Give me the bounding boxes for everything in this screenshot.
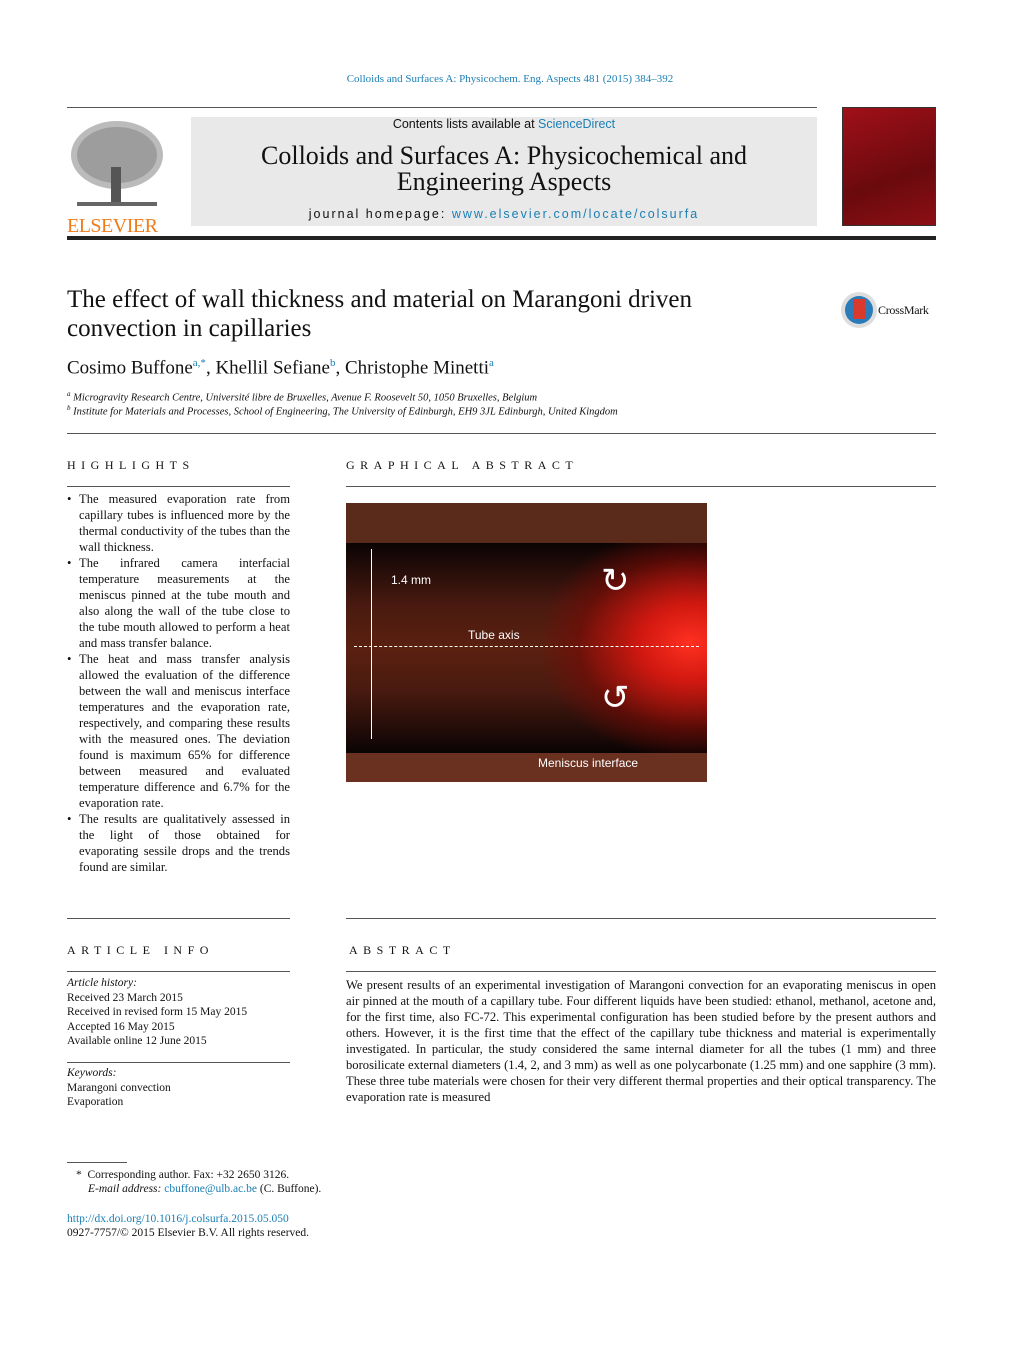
sciencedirect-link[interactable]: ScienceDirect [538,117,615,131]
elsevier-logo: ELSEVIER [67,117,167,236]
keyword: Marangoni convection [67,1081,171,1094]
affiliation-text: Microgravity Research Centre, Université… [73,392,538,404]
corresponding-footnote: * Corresponding author. Fax: +32 2650 31… [76,1168,289,1183]
divider [67,918,290,919]
article-history: Article history: Received 23 March 2015 … [67,976,247,1049]
article-info-heading: ARTICLE INFO [67,943,214,957]
author-sup[interactable]: b [330,357,336,369]
diameter-arrow-icon [371,549,372,739]
author-sup[interactable]: a [489,357,494,369]
highlights-heading: HIGHLIGHTS [67,458,195,472]
article-title: The effect of wall thickness and materia… [67,286,693,342]
divider [67,433,936,434]
email-link[interactable]: cbuffone@ulb.ac.be [164,1183,257,1195]
meniscus-label: Meniscus interface [538,756,639,770]
email-footnote: E-mail address: cbuffone@ulb.ac.be (C. B… [88,1182,321,1197]
tube-axis-label: Tube axis [468,628,520,642]
divider [67,1062,290,1063]
homepage-line: journal homepage: www.elsevier.com/locat… [191,207,817,221]
affiliation-sup: a [67,390,71,398]
flow-arrow-icon: ↻ [601,562,630,600]
journal-reference[interactable]: Colloids and Surfaces A: Physicochem. En… [0,73,1020,85]
divider [346,486,936,487]
highlights-list: The measured evaporation rate from capil… [67,491,290,875]
crossmark-icon [841,292,877,328]
author-list: Cosimo Buffonea,*, Khellil Sefianeb, Chr… [67,357,494,379]
footnote-star: * [76,1169,82,1181]
copyright: 0927-7757/© 2015 Elsevier B.V. All right… [67,1227,310,1239]
contents-line: Contents lists available at ScienceDirec… [191,117,817,131]
tree-icon [71,121,163,206]
crossmark-label: CrossMark [878,302,929,317]
history-item: Available online 12 June 2015 [67,1035,207,1047]
journal-title: Colloids and Surfaces A: Physicochemical… [261,141,747,196]
publisher-name: ELSEVIER [67,215,158,237]
history-item: Received in revised form 15 May 2015 [67,1006,248,1018]
diameter-label: 1.4 mm [391,573,432,587]
email-label: E-mail address: [88,1183,165,1195]
author[interactable]: Cosimo Buffone [67,357,193,378]
history-item: Received 23 March 2015 [67,991,183,1004]
highlight-item: The results are qualitatively assessed i… [67,811,290,875]
divider [346,918,936,919]
highlight-item: The measured evaporation rate from capil… [67,491,290,555]
homepage-prefix: journal homepage: [308,207,452,221]
author[interactable]: Christophe Minetti [345,357,489,378]
doi-link[interactable]: http://dx.doi.org/10.1016/j.colsurfa.201… [67,1212,289,1227]
divider [67,107,817,108]
footnote-divider [67,1162,127,1163]
crossmark-button[interactable]: CrossMark [840,291,929,329]
divider [346,971,936,972]
affiliation: a Microgravity Research Centre, Universi… [67,390,537,404]
journal-cover-image[interactable] [842,107,936,226]
graphical-abstract-heading: GRAPHICAL ABSTRACT [346,458,579,472]
history-item: Accepted 16 May 2015 [67,1020,175,1033]
background-top [346,503,707,543]
corresponding-text: Corresponding author. Fax: +32 2650 3126… [87,1169,290,1181]
header-bar [67,236,936,240]
keywords-label: Keywords: [67,1067,117,1079]
highlight-item: The infrared camera interfacial temperat… [67,555,290,651]
contents-prefix: Contents lists available at [392,117,539,131]
author-sup[interactable]: a,* [193,357,206,369]
journal-header: Contents lists available at ScienceDirec… [191,117,817,226]
divider [67,971,290,972]
author[interactable]: Khellil Sefiane [215,357,330,378]
affiliation: b Institute for Materials and Processes,… [67,404,618,418]
background-bottom [346,753,707,782]
graphical-abstract-image[interactable]: 1.4 mm Tube axis Meniscus interface ↻ ↺ [346,503,707,782]
abstract-heading: ABSTRACT [349,943,456,957]
highlight-item: The heat and mass transfer analysis allo… [67,651,290,811]
history-label: Article history: [67,977,137,989]
keywords: Keywords: Marangoni convection Evaporati… [67,1066,171,1110]
flow-arrow-icon: ↺ [601,679,630,717]
homepage-link[interactable]: www.elsevier.com/locate/colsurfa [452,207,699,221]
affiliation-text: Institute for Materials and Processes, S… [73,406,618,418]
tube-axis-line [354,646,699,647]
keyword: Evaporation [67,1096,124,1108]
email-suffix: (C. Buffone). [257,1183,322,1195]
divider [67,486,290,487]
abstract-text: We present results of an experimental in… [346,978,936,1104]
affiliation-sup: b [67,404,71,412]
